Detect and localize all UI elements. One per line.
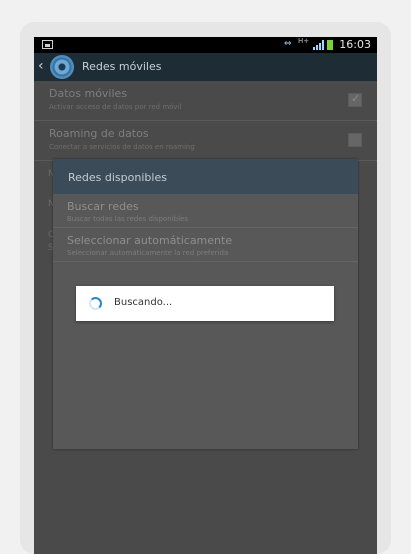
status-bar: ⇔ H+ 16:03 <box>34 37 377 53</box>
dialog-title: Redes disponibles <box>68 171 167 184</box>
dialog-item-title: Buscar redes <box>67 200 139 213</box>
dialog-item-search-networks[interactable]: Buscar redes Buscar todas las redes disp… <box>53 194 358 228</box>
dialog-item-title: Seleccionar automáticamente <box>67 234 233 247</box>
back-icon[interactable]: ‹ <box>38 59 44 73</box>
mobile-data-checkbox[interactable] <box>348 92 362 107</box>
list-item-data-roaming[interactable]: Roaming de datos Conectar a servicios de… <box>34 121 377 161</box>
dialog-item-subtitle: Buscar todas las redes disponibles <box>67 215 189 223</box>
progress-popup: Buscando... <box>76 286 334 321</box>
dialog-item-select-automatically[interactable]: Seleccionar automáticamente Seleccionar … <box>53 228 358 262</box>
sync-icon: ⇔ <box>284 39 292 49</box>
action-bar: ‹ Redes móviles <box>34 53 377 81</box>
page-title: Redes móviles <box>82 60 162 73</box>
list-item-title: Datos móviles <box>49 87 128 100</box>
loading-spinner-icon <box>89 297 102 310</box>
network-type-icon: H+ <box>298 37 310 45</box>
progress-message: Buscando... <box>114 297 173 308</box>
signal-icon <box>313 40 325 50</box>
dialog-item-subtitle: Seleccionar automáticamente la red prefe… <box>67 249 229 257</box>
battery-icon <box>327 40 333 50</box>
list-item-mobile-data[interactable]: Datos móviles Activar acceso de datos po… <box>34 81 377 121</box>
list-item-title: Roaming de datos <box>49 127 149 140</box>
data-roaming-checkbox[interactable] <box>348 133 362 147</box>
list-item-subtitle: Conectar a servicios de datos en roaming <box>49 143 195 151</box>
settings-list: Datos móviles Activar acceso de datos po… <box>34 81 377 161</box>
settings-gear-icon[interactable] <box>50 55 74 79</box>
status-time: 16:03 <box>339 38 371 51</box>
screenshot-icon <box>42 40 53 49</box>
list-item-subtitle: Activar acceso de datos por red móvil <box>49 103 182 111</box>
dialog-header: Redes disponibles <box>53 159 358 194</box>
